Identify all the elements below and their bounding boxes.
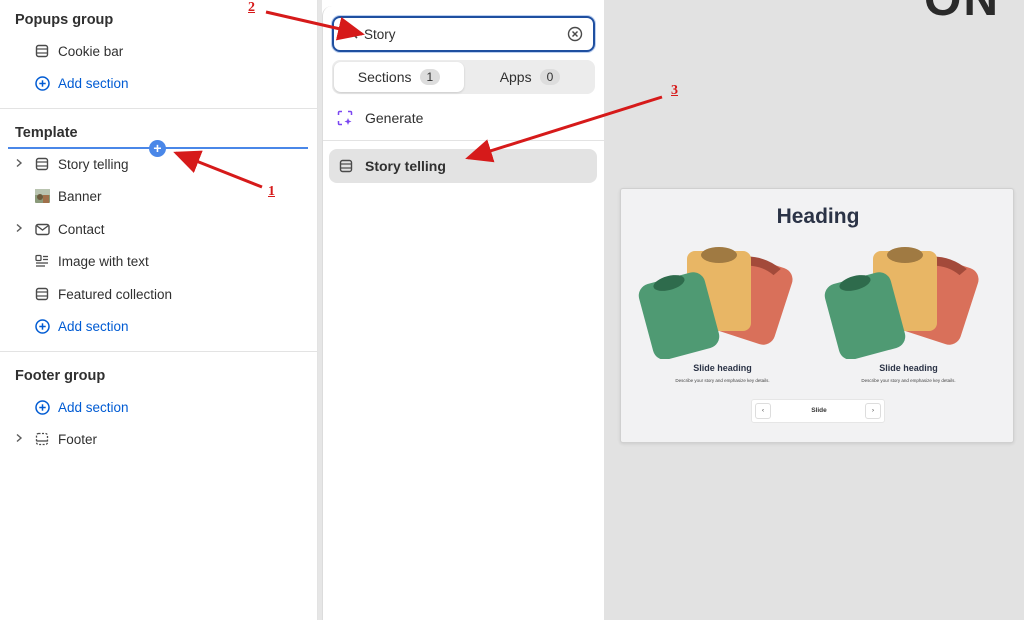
result-label: Story telling	[365, 158, 446, 174]
preview-area: ON Heading Slide heading Describe your s…	[604, 0, 1024, 620]
sidebar-item-contact[interactable]: Contact	[14, 217, 105, 241]
footer-group-title: Footer group	[15, 368, 106, 384]
add-section-button-footer[interactable]: Add section	[14, 395, 129, 419]
sidebar-item-cookie-bar[interactable]: Cookie bar	[14, 39, 123, 63]
section-icon	[34, 286, 50, 302]
tab-sections[interactable]: Sections 1	[334, 62, 464, 92]
search-input[interactable]	[364, 26, 554, 42]
slide-description: Describe your story and emphasize key de…	[675, 378, 770, 383]
add-section-button-popups[interactable]: Add section	[14, 71, 129, 95]
slide-description: Describe your story and emphasize key de…	[861, 378, 956, 383]
tshirt-illustration	[638, 247, 793, 360]
section-preview-card: Heading Slide heading Describe your stor…	[620, 188, 1014, 443]
sidebar-item-story-telling[interactable]: Story telling	[14, 152, 129, 176]
section-icon	[339, 159, 353, 173]
sidebar-item-banner[interactable]: Banner	[14, 184, 102, 208]
tab-label: Apps	[499, 69, 532, 85]
add-section-label: Add section	[58, 318, 129, 334]
tshirt-illustration	[824, 247, 979, 360]
count-badge: 0	[539, 69, 561, 85]
preview-heading: Heading	[776, 205, 860, 228]
sparkle-icon	[337, 110, 353, 126]
image-text-icon	[34, 253, 50, 269]
preview-slide: Slide heading Describe your story and em…	[821, 247, 996, 397]
generate-label: Generate	[365, 110, 424, 126]
preview-background-text: ON	[924, 0, 1000, 27]
slider-control: ‹ Slide ›	[751, 399, 885, 423]
template-group-title: Template	[15, 125, 78, 141]
section-picker-panel: Sections 1 Apps 0 Generate Story telling	[322, 6, 605, 620]
sidebar-item-label: Cookie bar	[58, 43, 124, 59]
tab-label: Sections	[357, 69, 412, 85]
preview-slide: Slide heading Describe your story and em…	[635, 247, 810, 397]
annotation-number-1: 1	[268, 184, 275, 199]
sidebar-item-label: Image with text	[58, 253, 149, 269]
sidebar-item-label: Banner	[58, 188, 102, 204]
insert-section-button[interactable]: +	[149, 140, 166, 157]
sidebar: Popups group Cookie bar Add section Temp…	[0, 0, 318, 620]
image-thumbnail	[34, 188, 50, 204]
picker-tabs: Sections 1 Apps 0	[332, 60, 595, 94]
chevron-right-icon[interactable]	[14, 222, 30, 236]
slide-heading: Slide heading	[879, 363, 938, 373]
divider	[323, 140, 605, 141]
plus-circle-icon	[34, 399, 50, 415]
sidebar-item-footer[interactable]: Footer	[14, 427, 97, 451]
annotation-number-3: 3	[671, 83, 678, 98]
clear-search-icon[interactable]	[567, 26, 583, 42]
popups-group-title: Popups group	[15, 12, 114, 28]
chevron-right-icon[interactable]	[14, 432, 30, 446]
add-section-label: Add section	[58, 399, 129, 415]
count-badge: 1	[419, 69, 441, 85]
divider	[0, 108, 318, 109]
tab-apps[interactable]: Apps 0	[465, 62, 595, 92]
sidebar-item-featured-collection[interactable]: Featured collection	[14, 282, 172, 306]
footer-icon	[34, 431, 50, 447]
envelope-icon	[34, 221, 50, 237]
sidebar-item-label: Footer	[58, 431, 98, 447]
annotation-number-2: 2	[248, 0, 255, 15]
slide-heading: Slide heading	[693, 363, 752, 373]
sidebar-item-label: Contact	[58, 221, 105, 237]
divider	[0, 351, 318, 352]
result-item-story-telling[interactable]: Story telling	[329, 149, 597, 183]
slider-next-button: ›	[865, 403, 881, 419]
sidebar-item-image-with-text[interactable]: Image with text	[14, 249, 149, 273]
add-section-label: Add section	[58, 75, 129, 91]
plus-circle-icon	[34, 75, 50, 91]
search-box[interactable]	[332, 16, 595, 52]
plus-circle-icon	[34, 318, 50, 334]
chevron-right-icon[interactable]	[14, 157, 30, 171]
section-icon	[34, 156, 50, 172]
sidebar-item-label: Featured collection	[58, 286, 173, 302]
generate-button[interactable]: Generate	[337, 106, 423, 130]
search-icon	[334, 25, 364, 44]
add-section-button-template[interactable]: Add section	[14, 314, 129, 338]
section-icon	[34, 43, 50, 59]
sidebar-item-label: Story telling	[58, 156, 129, 172]
